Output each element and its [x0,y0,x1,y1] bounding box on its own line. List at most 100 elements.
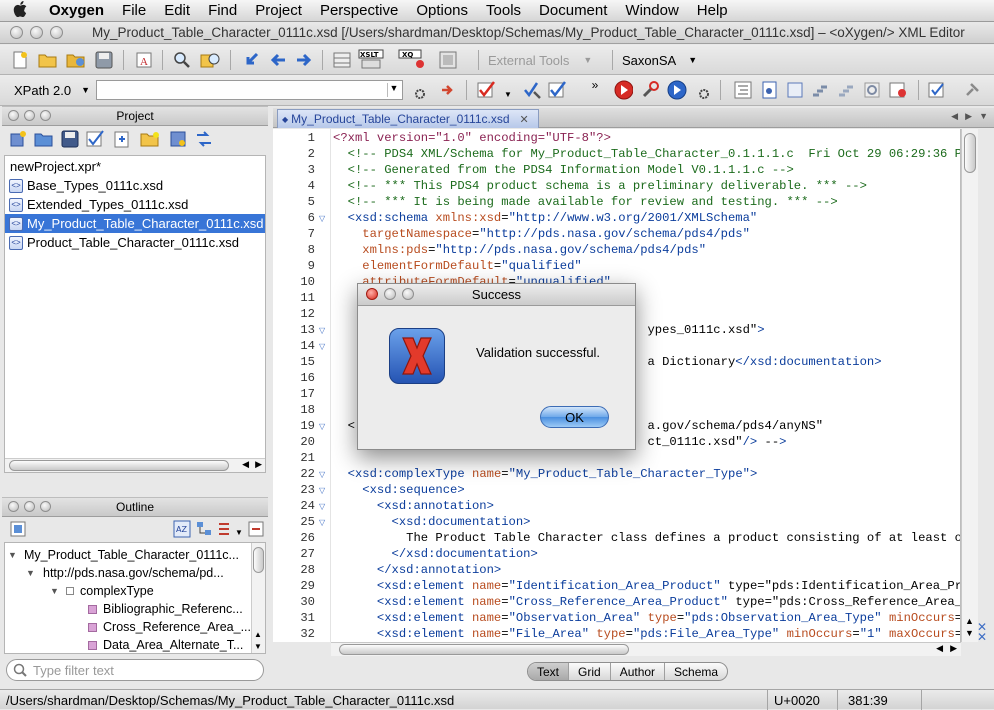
flatten-schema-icon[interactable] [810,80,830,100]
chevron-down-icon[interactable]: ▼ [387,83,400,97]
outline-settings-icon[interactable] [8,519,28,539]
fold-toggle-icon[interactable]: ▽ [319,486,325,496]
xpath-settings-icon[interactable] [410,81,430,101]
schema-doc-icon[interactable] [760,80,780,100]
apple-icon[interactable] [0,0,40,21]
code-line[interactable]: 6 ▽ <xsd:schema xmlns:xsd="http://www.w3.… [273,211,960,227]
xpath-run-icon[interactable] [438,80,458,100]
menu-project[interactable]: Project [246,2,311,19]
convert-schema-icon[interactable] [836,80,856,100]
editor-horizontal-scrollbar[interactable]: ◀ ▶ [331,642,961,656]
close-dialog-button[interactable] [366,288,378,300]
fold-toggle-icon[interactable]: ▽ [319,502,325,512]
more-tools-icon[interactable]: » [585,75,605,95]
xquery-debugger-icon[interactable]: XQ [398,49,426,69]
code-line[interactable]: 8 xmlns:pds="http://pds.nasa.gov/schema/… [273,243,960,259]
generate-sample-icon[interactable] [888,80,908,100]
menu-document[interactable]: Document [530,2,616,19]
fold-toggle-icon[interactable]: ▽ [319,422,325,432]
code-line[interactable]: 22 ▽ <xsd:complexType name="My_Product_Ta… [273,467,960,483]
find-in-files-icon[interactable] [200,50,220,70]
project-file-item[interactable]: <> Base_Types_0111c.xsd [5,176,265,195]
pin-icon[interactable] [962,80,982,100]
save-icon[interactable] [94,50,114,70]
tab-list-dropdown-icon[interactable]: ▼ [979,111,988,121]
scroll-right-arrow-icon[interactable]: ▶ [950,643,957,654]
code-line[interactable]: 2 <!-- PDS4 XML/Schema for My_Product_Ta… [273,147,960,163]
code-line[interactable]: 31 <xsd:element name="Observation_Area" … [273,611,960,627]
xslt-debugger-icon[interactable]: XSLT [358,49,386,69]
code-line[interactable]: 1 <?xml version="1.0" encoding="UTF-8"?> [273,131,960,147]
minimize-window-button[interactable] [30,26,43,39]
project-file-item-selected[interactable]: <> My_Product_Table_Character_0111c.xsd [5,214,265,233]
code-line[interactable]: 23 ▽ <xsd:sequence> [273,483,960,499]
configure-validation-icon[interactable] [522,80,542,100]
code-line[interactable]: 4 <!-- *** This PDS4 product schema is a… [273,179,960,195]
code-line[interactable]: 27 </xsd:documentation> [273,547,960,563]
find-icon[interactable] [172,50,192,70]
scroll-down-arrow-icon[interactable]: ▼ [965,628,974,638]
outline-link-icon[interactable] [246,519,266,539]
code-line[interactable]: 25 ▽ <xsd:documentation> [273,515,960,531]
menu-tools[interactable]: Tools [477,2,530,19]
chevron-down-icon[interactable]: ▼ [234,522,244,542]
maximize-panel-button[interactable] [40,110,51,121]
zoom-window-button[interactable] [50,26,63,39]
scroll-right-arrow-icon[interactable]: ▶ [255,459,262,470]
new-folder-icon[interactable] [140,129,160,149]
tab-scroll-left-icon[interactable]: ◀ [951,111,958,122]
new-project-file-icon[interactable] [8,129,28,149]
apply-transformation-icon[interactable] [613,80,633,100]
expanded-triangle-icon[interactable]: ▼ [26,568,38,578]
scroll-left-arrow-icon[interactable]: ◀ [242,459,249,470]
project-file-item[interactable]: <> Extended_Types_0111c.xsd [5,195,265,214]
outline-vertical-scrollbar[interactable]: ▲ ▼ [251,543,265,653]
code-line[interactable]: 29 <xsd:element name="Identification_Are… [273,579,960,595]
expanded-triangle-icon[interactable]: ▼ [8,550,20,560]
tree-editor-icon[interactable] [438,50,458,70]
outline-node[interactable]: Cross_Reference_Area_... [88,618,251,636]
transformer-dropdown[interactable]: SaxonSA ▼ [622,49,702,71]
link-editor-icon[interactable] [194,129,214,149]
outline-node[interactable]: Data_Area_Alternate_T... [88,636,243,653]
fold-toggle-icon[interactable]: ▽ [319,326,325,336]
project-horizontal-scrollbar[interactable]: ◀ ▶ [5,458,265,472]
code-line[interactable]: 28 </xsd:annotation> [273,563,960,579]
close-window-button[interactable] [10,26,23,39]
mode-tab-schema[interactable]: Schema [665,663,727,680]
outline-filter-icon[interactable] [216,519,236,539]
menu-file[interactable]: File [113,2,155,19]
print-icon[interactable]: A [134,50,154,70]
back-arrow-icon[interactable] [268,50,288,70]
forward-arrow-icon[interactable] [294,50,314,70]
editor-tab-active[interactable]: ◆ My_Product_Table_Character_0111c.xsd ✕ [277,109,539,128]
fold-toggle-icon[interactable]: ▽ [319,470,325,480]
scrollbar-thumb[interactable] [339,644,629,655]
xpath-input[interactable]: ▼ [96,80,403,100]
debug-scenario-icon[interactable] [667,80,687,100]
scrollbar-thumb[interactable] [964,133,976,173]
close-panel-button[interactable] [8,501,19,512]
check-well-formed-icon[interactable] [548,80,568,100]
open-project-icon[interactable] [34,129,54,149]
save-project-icon[interactable] [60,129,80,149]
scroll-up-arrow-icon[interactable]: ▲ [254,630,262,639]
menu-oxygen[interactable]: Oxygen [40,2,113,19]
close-panel-button[interactable] [8,110,19,121]
validate-files-icon[interactable] [86,129,106,149]
code-line[interactable]: 30 <xsd:element name="Cross_Reference_Ar… [273,595,960,611]
mode-tab-text[interactable]: Text [528,663,570,680]
menu-help[interactable]: Help [688,2,737,19]
scenario-settings-icon[interactable] [694,82,714,102]
menu-perspective[interactable]: Perspective [311,2,407,19]
project-file-item[interactable]: <> Product_Table_Character_0111c.xsd [5,233,265,252]
edit-check-icon[interactable] [928,80,948,100]
outline-node[interactable]: ▼ http://pds.nasa.gov/schema/pd... [26,564,224,582]
code-line[interactable]: 32 <xsd:element name="File_Area" type="p… [273,627,960,642]
code-line[interactable]: 26 The Product Table Character class def… [273,531,960,547]
menu-options[interactable]: Options [407,2,477,19]
minimize-panel-button[interactable] [24,501,35,512]
mode-tab-author[interactable]: Author [611,663,666,680]
outline-tree-icon[interactable] [194,519,214,539]
editor-vertical-scrollbar[interactable]: ▲ ▼ [961,129,978,642]
